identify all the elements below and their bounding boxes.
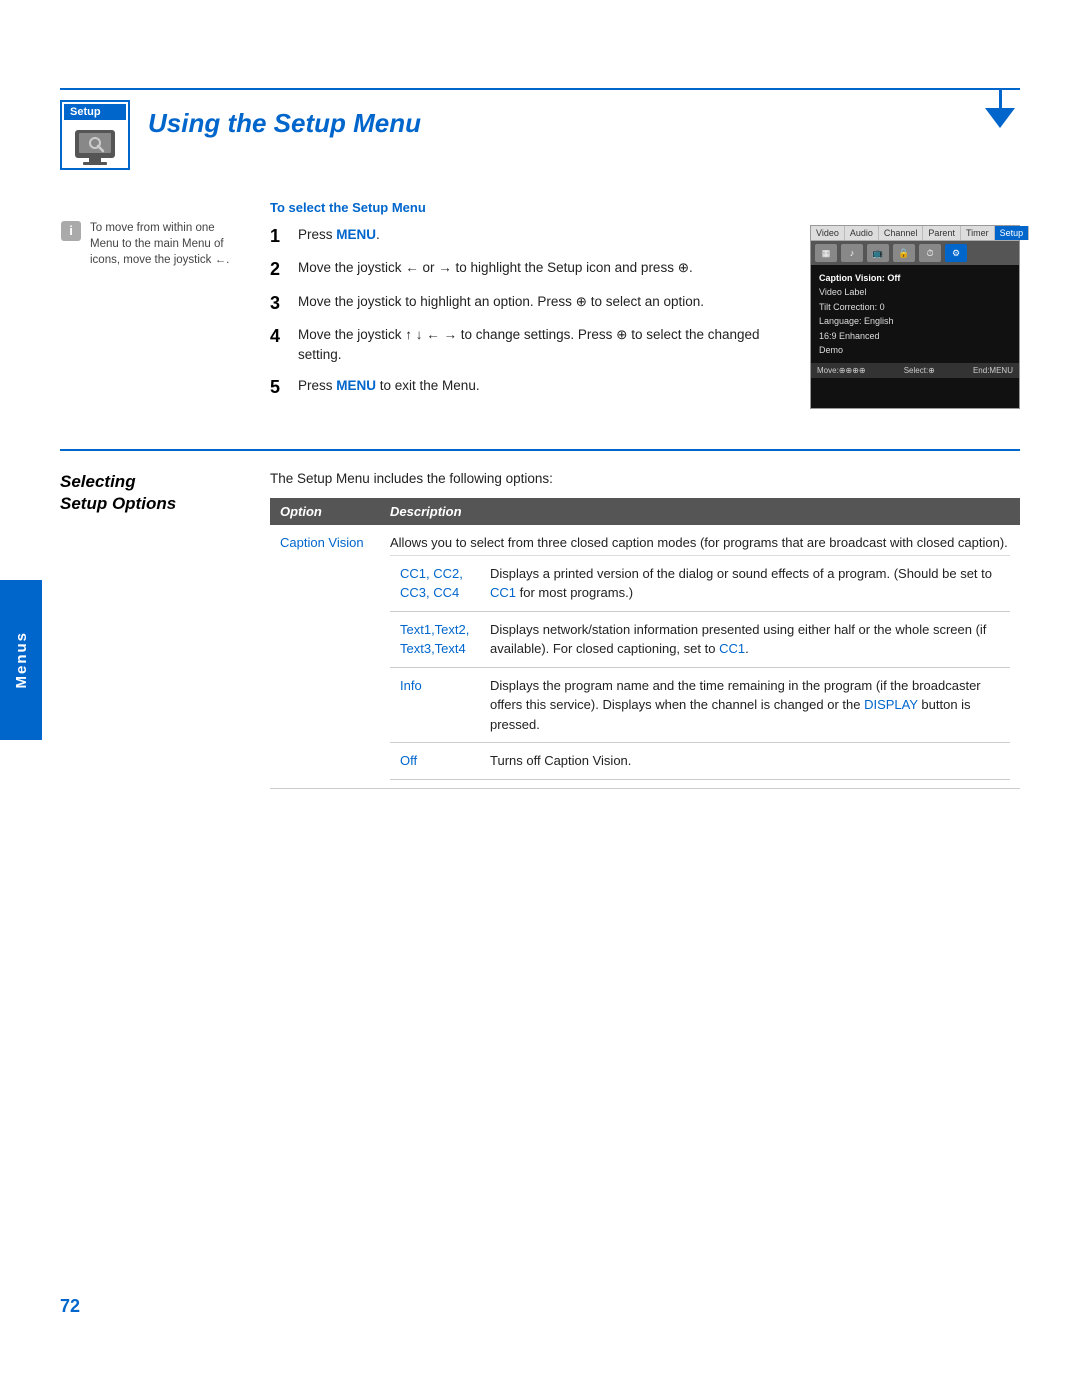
sub-name-text: Text1,Text2,Text3,Text4 — [390, 611, 480, 667]
tv-menu-169: 16:9 Enhanced — [819, 329, 1011, 343]
setup-icon — [73, 126, 117, 166]
page-title: Using the Setup Menu — [148, 100, 421, 139]
section-divider — [60, 449, 1020, 451]
tv-menu-tilt: Tilt Correction: 0 — [819, 300, 1011, 314]
tv-tab-video: Video — [811, 226, 845, 240]
top-rule — [60, 88, 1020, 90]
intro-text: The Setup Menu includes the following op… — [270, 471, 1020, 486]
sub-row-cc: CC1, CC2,CC3, CC4 Displays a printed ver… — [390, 555, 1010, 611]
steps-container: 1 Press MENU. 2 Move the joystick ← or →… — [270, 225, 790, 409]
tv-menu-language: Language: English — [819, 314, 1011, 328]
sub-row-text: Text1,Text2,Text3,Text4 Displays network… — [390, 611, 1010, 667]
left-column: i To move from within one Menu to the ma… — [60, 200, 240, 409]
menu-highlight-2: MENU — [336, 378, 376, 393]
tv-icon-6-selected: ⚙ — [945, 244, 967, 262]
down-arrow-icon — [985, 108, 1015, 128]
menus-tab-label: Menus — [13, 631, 30, 689]
tv-icon-1: ▦ — [815, 244, 837, 262]
tv-icons-row: ▦ ♪ 📺 🔒 ⏱ ⚙ — [811, 241, 1019, 265]
tv-footer: Move:⊕⊕⊕⊕ Select:⊕ End:MENU — [811, 363, 1019, 378]
setup-label: Setup — [64, 104, 126, 120]
tv-icon-5: ⏱ — [919, 244, 941, 262]
content-columns: i To move from within one Menu to the ma… — [60, 200, 1020, 409]
right-column: To select the Setup Menu 1 Press MENU. 2… — [270, 200, 1020, 409]
tv-footer-select: Select:⊕ — [904, 366, 935, 375]
tv-tab-parent: Parent — [923, 226, 961, 240]
selecting-section: Selecting Setup Options The Setup Menu i… — [60, 471, 1020, 789]
setup-icon-box: Setup — [60, 100, 130, 170]
menus-tab: Menus — [0, 580, 42, 740]
sub-desc-text: Displays network/station information pre… — [480, 611, 1010, 667]
tv-icon-2: ♪ — [841, 244, 863, 262]
tv-menu-content: Caption Vision: Off Video Label Tilt Cor… — [811, 265, 1019, 363]
step-5: 5 Press MENU to exit the Menu. — [270, 376, 790, 399]
step-2: 2 Move the joystick ← or → to highlight … — [270, 258, 790, 281]
col-option: Option — [270, 498, 380, 525]
step-1: 1 Press MENU. — [270, 225, 790, 248]
table-header: Option Description — [270, 498, 1020, 525]
selecting-left: Selecting Setup Options — [60, 471, 240, 789]
desc-caption-vision: Allows you to select from three closed c… — [380, 525, 1020, 788]
sub-name-off: Off — [390, 743, 480, 780]
option-caption-vision: Caption Vision — [270, 525, 380, 788]
subsection-title: To select the Setup Menu — [270, 200, 1020, 215]
table-body: Caption Vision Allows you to select from… — [270, 525, 1020, 788]
info-icon: i — [60, 220, 82, 242]
sub-name-cc: CC1, CC2,CC3, CC4 — [390, 555, 480, 611]
arrow-line — [999, 88, 1002, 110]
side-note-text: To move from within one Menu to the main… — [90, 220, 240, 268]
table-row: Caption Vision Allows you to select from… — [270, 525, 1020, 788]
page-number: 72 — [60, 1296, 80, 1317]
sub-name-info: Info — [390, 667, 480, 743]
options-table: Option Description Caption Vision Allows… — [270, 498, 1020, 789]
sub-row-info: Info Displays the program name and the t… — [390, 667, 1010, 743]
col-description: Description — [380, 498, 1020, 525]
tv-tab-audio: Audio — [845, 226, 879, 240]
menu-highlight-1: MENU — [336, 227, 376, 242]
sub-desc-info: Displays the program name and the time r… — [480, 667, 1010, 743]
tv-menu-video-label: Video Label — [819, 285, 1011, 299]
tv-tab-channel: Channel — [879, 226, 924, 240]
sub-options-table: CC1, CC2,CC3, CC4 Displays a printed ver… — [390, 555, 1010, 780]
tv-footer-end: End:MENU — [973, 366, 1013, 375]
svg-text:i: i — [69, 223, 73, 238]
tv-tabs-row: Video Audio Channel Parent Timer Setup — [811, 226, 1019, 241]
sub-desc-cc: Displays a printed version of the dialog… — [480, 555, 1010, 611]
tv-screenshot: Video Audio Channel Parent Timer Setup ▦… — [810, 225, 1020, 409]
main-content: Setup Using the Setup Menu i — [60, 0, 1020, 789]
step-3: 3 Move the joystick to highlight an opti… — [270, 292, 790, 315]
sub-desc-off: Turns off Caption Vision. — [480, 743, 1010, 780]
side-note: i To move from within one Menu to the ma… — [60, 220, 240, 268]
selecting-title: Selecting Setup Options — [60, 471, 240, 515]
selecting-right: The Setup Menu includes the following op… — [270, 471, 1020, 789]
sub-row-off: Off Turns off Caption Vision. — [390, 743, 1010, 780]
tv-icon-4: 🔒 — [893, 244, 915, 262]
tv-footer-move: Move:⊕⊕⊕⊕ — [817, 366, 866, 375]
header-section: Setup Using the Setup Menu — [60, 100, 1020, 170]
tv-icon-3: 📺 — [867, 244, 889, 262]
tv-tab-timer: Timer — [961, 226, 995, 240]
tv-tab-setup: Setup — [995, 226, 1030, 240]
step-4: 4 Move the joystick ↑ ↓ ← → to change se… — [270, 325, 790, 366]
steps-list: 1 Press MENU. 2 Move the joystick ← or →… — [270, 225, 790, 399]
tv-menu-demo: Demo — [819, 343, 1011, 357]
tv-menu-caption-vision: Caption Vision: Off — [819, 271, 1011, 285]
